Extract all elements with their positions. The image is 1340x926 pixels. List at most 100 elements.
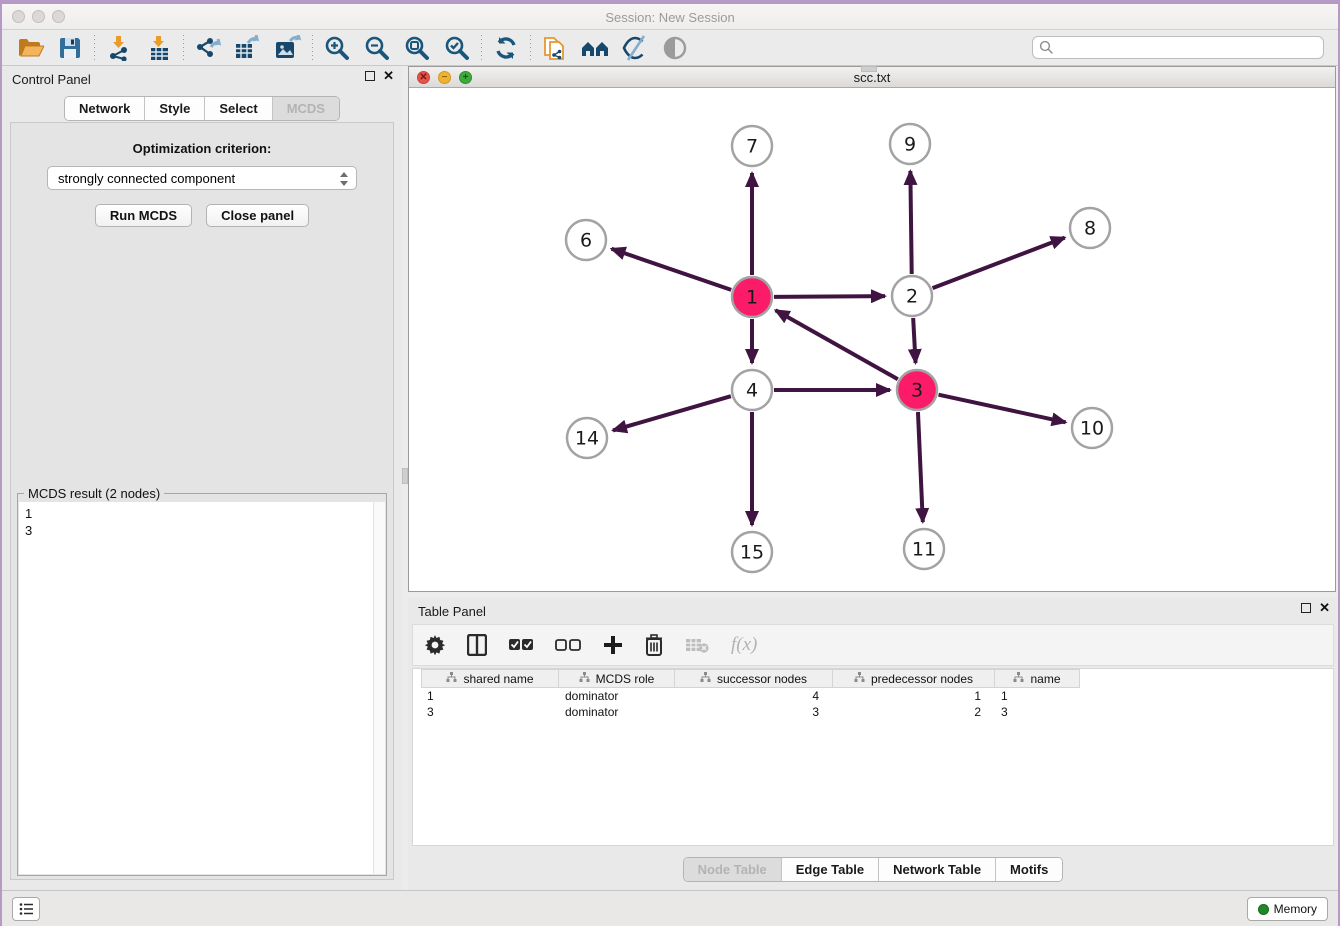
- import-network-icon[interactable]: [99, 33, 139, 63]
- graph-node-14[interactable]: 14: [567, 418, 607, 458]
- graph-edge-2-9[interactable]: [910, 171, 911, 274]
- column-header-successor-nodes[interactable]: successor nodes: [675, 669, 833, 688]
- graph-edge-2-3[interactable]: [913, 318, 915, 363]
- svg-text:8: 8: [1084, 218, 1096, 240]
- close-panel-icon[interactable]: ✕: [1319, 603, 1330, 613]
- zoom-in-icon[interactable]: [317, 33, 357, 63]
- table-settings-gear-icon[interactable]: [425, 635, 445, 655]
- column-header-MCDS-role[interactable]: MCDS role: [559, 669, 675, 688]
- tab-network[interactable]: Network: [65, 97, 145, 120]
- network-graph[interactable]: 7 9 6 8 1 2 4 3 14 10 15 11: [409, 88, 1335, 591]
- zoom-out-icon[interactable]: [357, 33, 397, 63]
- graph-node-7[interactable]: 7: [732, 126, 772, 166]
- zoom-fit-icon[interactable]: [397, 33, 437, 63]
- close-panel-icon[interactable]: ✕: [383, 71, 394, 81]
- graph-node-15[interactable]: 15: [732, 532, 772, 572]
- add-column-icon[interactable]: [603, 635, 623, 655]
- svg-text:9: 9: [904, 134, 916, 156]
- table-row[interactable]: 1dominator411: [421, 688, 1333, 704]
- column-header-name[interactable]: name: [995, 669, 1080, 688]
- status-bar: Memory: [2, 890, 1338, 926]
- tab-network-table[interactable]: Network Table: [879, 858, 996, 881]
- graph-edge-1-2[interactable]: [774, 296, 885, 297]
- column-browser-icon[interactable]: [467, 634, 487, 656]
- table-cell[interactable]: 3: [675, 704, 833, 720]
- graph-node-10[interactable]: 10: [1072, 408, 1112, 448]
- tab-edge-table[interactable]: Edge Table: [782, 858, 879, 881]
- export-image-icon[interactable]: [268, 33, 308, 63]
- refresh-layout-icon[interactable]: [486, 33, 526, 63]
- tab-select[interactable]: Select: [205, 97, 272, 120]
- deselect-all-columns-icon[interactable]: [555, 638, 581, 652]
- table-cell[interactable]: 4: [675, 688, 833, 704]
- graph-edge-1-6[interactable]: [612, 249, 732, 290]
- column-header-shared-name[interactable]: shared name: [421, 669, 559, 688]
- table-cell[interactable]: 2: [833, 704, 995, 720]
- tab-style[interactable]: Style: [145, 97, 205, 120]
- graph-edge-3-10[interactable]: [938, 395, 1065, 423]
- network-view-window: ✕ − + scc.txt 7968124314101511: [408, 66, 1336, 592]
- splitter-handle[interactable]: [861, 66, 877, 72]
- column-header-predecessor-nodes[interactable]: predecessor nodes: [833, 669, 995, 688]
- graph-node-2[interactable]: 2: [892, 276, 932, 316]
- svg-text:1: 1: [746, 287, 758, 309]
- mcds-panel: Optimization criterion: strongly connect…: [10, 122, 394, 880]
- save-session-icon[interactable]: [50, 33, 90, 63]
- hierarchy-icon: [579, 672, 590, 686]
- svg-text:15: 15: [740, 542, 764, 564]
- graph-node-4[interactable]: 4: [732, 370, 772, 410]
- graph-node-1[interactable]: 1: [732, 277, 772, 317]
- hierarchy-icon: [700, 672, 711, 686]
- svg-text:4: 4: [746, 380, 758, 402]
- table-cell[interactable]: 1: [995, 688, 1080, 704]
- zoom-selected-icon[interactable]: [437, 33, 477, 63]
- table-cell[interactable]: 1: [421, 688, 559, 704]
- close-panel-button[interactable]: Close panel: [206, 204, 309, 227]
- delete-table-icon: [685, 636, 709, 654]
- toolbar-separator: [183, 35, 184, 61]
- svg-text:3: 3: [911, 380, 923, 402]
- delete-column-trash-icon[interactable]: [645, 634, 663, 656]
- table-header-row: shared nameMCDS rolesuccessor nodesprede…: [421, 669, 1333, 688]
- hide-style-icon[interactable]: [615, 33, 655, 63]
- run-mcds-button[interactable]: Run MCDS: [95, 204, 192, 227]
- select-all-columns-icon[interactable]: [509, 638, 533, 652]
- graph-node-3[interactable]: 3: [897, 370, 937, 410]
- table-row[interactable]: 3dominator323: [421, 704, 1333, 720]
- table-cell[interactable]: dominator: [559, 704, 675, 720]
- first-neighbors-icon[interactable]: [575, 33, 615, 63]
- show-graphics-icon[interactable]: [655, 33, 695, 63]
- optimization-criterion-select[interactable]: strongly connected component: [47, 166, 357, 190]
- graph-node-6[interactable]: 6: [566, 220, 606, 260]
- optimization-criterion-value: strongly connected component: [58, 171, 235, 186]
- export-table-icon[interactable]: [228, 33, 268, 63]
- tab-mcds[interactable]: MCDS: [273, 97, 339, 120]
- table-cell[interactable]: 3: [995, 704, 1080, 720]
- float-panel-icon[interactable]: [365, 71, 375, 81]
- toolbar-separator: [312, 35, 313, 61]
- clone-network-icon[interactable]: [535, 33, 575, 63]
- graph-edge-2-8[interactable]: [933, 238, 1065, 289]
- graph-edge-4-14[interactable]: [613, 396, 731, 430]
- table-cell[interactable]: 1: [833, 688, 995, 704]
- tab-node-table[interactable]: Node Table: [684, 858, 782, 881]
- graph-edge-3-11[interactable]: [918, 412, 923, 522]
- open-file-icon[interactable]: [10, 33, 50, 63]
- export-network-icon[interactable]: [188, 33, 228, 63]
- table-panel-title: Table Panel: [418, 604, 486, 619]
- list-icon: [19, 902, 33, 916]
- task-history-button[interactable]: [12, 897, 40, 921]
- tab-motifs[interactable]: Motifs: [996, 858, 1062, 881]
- graph-node-8[interactable]: 8: [1070, 208, 1110, 248]
- function-builder-icon: f(x): [731, 634, 757, 656]
- table-cell[interactable]: 3: [421, 704, 559, 720]
- table-cell[interactable]: dominator: [559, 688, 675, 704]
- graph-node-11[interactable]: 11: [904, 529, 944, 569]
- memory-button[interactable]: Memory: [1247, 897, 1328, 921]
- search-input[interactable]: [1032, 36, 1324, 59]
- float-panel-icon[interactable]: [1301, 603, 1311, 613]
- graph-node-9[interactable]: 9: [890, 124, 930, 164]
- graph-edge-3-1[interactable]: [776, 310, 898, 379]
- import-table-icon[interactable]: [139, 33, 179, 63]
- result-scrollbar[interactable]: [373, 502, 385, 874]
